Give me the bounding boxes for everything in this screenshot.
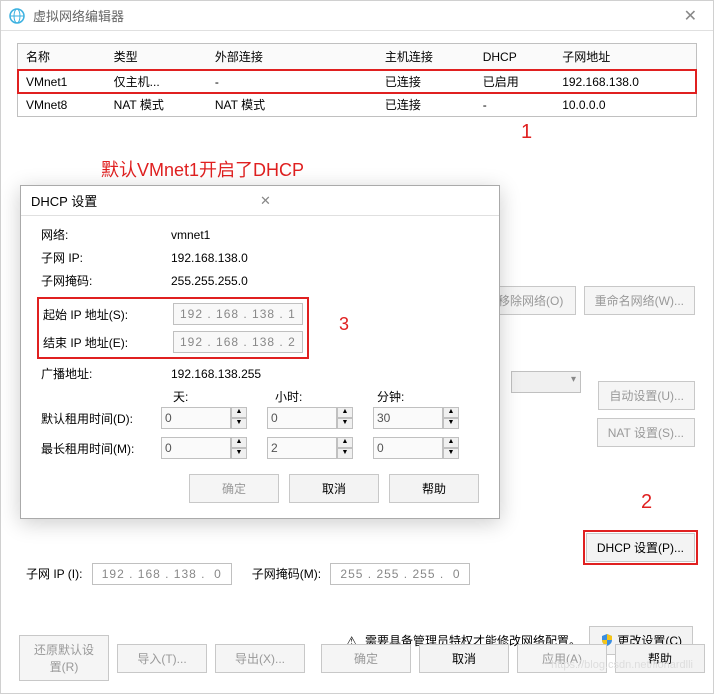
- close-icon[interactable]: ✕: [676, 6, 705, 26]
- annotation-2: 2: [641, 491, 652, 514]
- spinner-arrows[interactable]: ▲▼: [337, 437, 353, 459]
- subnet-mask-value: 255.255.255.0: [171, 274, 248, 288]
- nat-settings-button[interactable]: NAT 设置(S)...: [597, 418, 695, 447]
- start-ip-input[interactable]: [173, 303, 303, 325]
- side-buttons: 移除网络(O) 重命名网络(W)... 自动设置(U)... NAT 设置(S)…: [486, 286, 695, 562]
- default-mins-input[interactable]: [373, 407, 443, 429]
- title-text: 虚拟网络编辑器: [33, 6, 676, 25]
- subnet-ip-label: 子网 IP (I):: [26, 567, 82, 581]
- max-mins-input[interactable]: [373, 437, 443, 459]
- spinner-arrows[interactable]: ▲▼: [443, 437, 459, 459]
- subnet-mask-label: 子网掩码(M):: [252, 567, 321, 581]
- hours-header: 小时:: [275, 388, 357, 405]
- rename-network-button[interactable]: 重命名网络(W)...: [584, 286, 695, 315]
- col-subnet[interactable]: 子网地址: [554, 44, 696, 70]
- subnet-mask-label: 子网掩码:: [41, 272, 171, 289]
- annotation-note: 默认VMnet1开启了DHCP: [101, 156, 304, 182]
- network-label: 网络:: [41, 226, 171, 243]
- max-days-input[interactable]: [161, 437, 231, 459]
- watermark: https://blog.csdn.net/lionardlli: [551, 659, 693, 671]
- spinner-arrows[interactable]: ▲▼: [231, 407, 247, 429]
- col-name[interactable]: 名称: [18, 44, 106, 70]
- cancel-button[interactable]: 取消: [419, 644, 509, 673]
- default-days-input[interactable]: [161, 407, 231, 429]
- globe-icon: [9, 8, 25, 24]
- end-ip-input[interactable]: [173, 331, 303, 353]
- subnet-ip-input[interactable]: [92, 563, 232, 585]
- max-hours-input[interactable]: [267, 437, 337, 459]
- spinner-arrows[interactable]: ▲▼: [443, 407, 459, 429]
- ip-range-box: 起始 IP 地址(S): 结束 IP 地址(E):: [37, 297, 309, 359]
- dhcp-settings-button[interactable]: DHCP 设置(P)...: [586, 533, 695, 562]
- end-ip-label: 结束 IP 地址(E):: [43, 334, 173, 351]
- table-header: 名称 类型 外部连接 主机连接 DHCP 子网地址: [18, 44, 696, 70]
- subnet-ip-value: 192.168.138.0: [171, 251, 248, 265]
- broadcast-value: 192.168.138.255: [171, 367, 261, 381]
- spinner-arrows[interactable]: ▲▼: [337, 407, 353, 429]
- col-host[interactable]: 主机连接: [377, 44, 475, 70]
- default-hours-input[interactable]: [267, 407, 337, 429]
- network-table: 名称 类型 外部连接 主机连接 DHCP 子网地址 VMnet1 仅主机... …: [17, 43, 697, 117]
- table-row[interactable]: VMnet8 NAT 模式 NAT 模式 已连接 - 10.0.0.0: [18, 93, 696, 116]
- spinner-arrows[interactable]: ▲▼: [231, 437, 247, 459]
- ok-button[interactable]: 确定: [321, 644, 411, 673]
- days-header: 天:: [173, 388, 255, 405]
- dhcp-title-text: DHCP 设置: [31, 191, 252, 210]
- dhcp-dialog: DHCP 设置 ✕ 网络:vmnet1 子网 IP:192.168.138.0 …: [20, 185, 500, 519]
- dhcp-cancel-button[interactable]: 取消: [289, 474, 379, 503]
- auto-settings-button[interactable]: 自动设置(U)...: [598, 381, 695, 410]
- start-ip-label: 起始 IP 地址(S):: [43, 306, 173, 323]
- restore-defaults-button[interactable]: 还原默认设置(R): [19, 635, 109, 681]
- col-external[interactable]: 外部连接: [207, 44, 377, 70]
- dhcp-title-bar: DHCP 设置 ✕: [21, 186, 499, 216]
- subnet-ip-label: 子网 IP:: [41, 249, 171, 266]
- dhcp-help-button[interactable]: 帮助: [389, 474, 479, 503]
- col-type[interactable]: 类型: [106, 44, 207, 70]
- network-value: vmnet1: [171, 228, 210, 242]
- import-button[interactable]: 导入(T)...: [117, 644, 207, 673]
- dropdown[interactable]: [511, 371, 581, 393]
- col-dhcp[interactable]: DHCP: [475, 44, 555, 70]
- title-bar: 虚拟网络编辑器 ✕: [1, 1, 713, 31]
- table-row[interactable]: VMnet1 仅主机... - 已连接 已启用 192.168.138.0: [18, 70, 696, 94]
- broadcast-label: 广播地址:: [41, 365, 171, 382]
- export-button[interactable]: 导出(X)...: [215, 644, 305, 673]
- annotation-1: 1: [521, 121, 532, 144]
- subnet-fields: 子网 IP (I): 子网掩码(M):: [26, 563, 470, 585]
- default-lease-label: 默认租用时间(D):: [41, 410, 161, 427]
- footer-buttons: 还原默认设置(R) 导入(T)... 导出(X)... 确定 取消 应用(A) …: [1, 635, 713, 681]
- dhcp-ok-button[interactable]: 确定: [189, 474, 279, 503]
- max-lease-label: 最长租用时间(M):: [41, 440, 161, 457]
- close-icon[interactable]: ✕: [252, 193, 489, 209]
- annotation-3: 3: [339, 314, 349, 335]
- subnet-mask-input[interactable]: [330, 563, 470, 585]
- mins-header: 分钟:: [377, 388, 459, 405]
